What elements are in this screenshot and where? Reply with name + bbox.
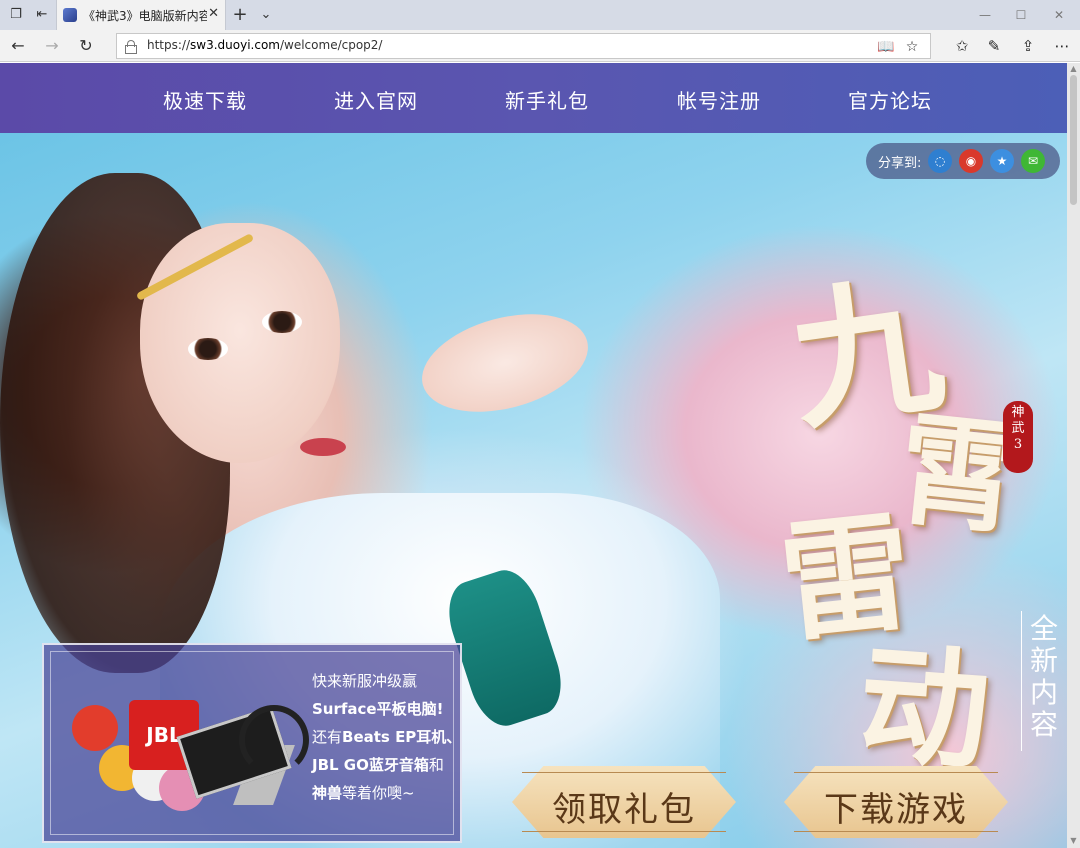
share-icon[interactable]: ⇪ xyxy=(1018,36,1038,56)
tab-actions-icon[interactable]: ❐ xyxy=(6,5,26,25)
promo-box: JBL 快来新服冲级赢 Surface平板电脑! 还有Beats EP耳机、 J… xyxy=(42,643,462,843)
site-favicon-icon xyxy=(63,8,77,22)
hero-subtitle: 全新内容 xyxy=(1030,612,1059,741)
scroll-up-icon[interactable]: ▲ xyxy=(1069,64,1078,73)
nav-official-site[interactable]: 进入官网 xyxy=(334,85,418,114)
promo-text: 快来新服冲级赢 Surface平板电脑! 还有Beats EP耳机、 JBL G… xyxy=(312,672,462,802)
favorites-icon[interactable]: ✩ xyxy=(952,36,972,56)
maximize-icon[interactable]: ☐ xyxy=(1006,5,1036,25)
nav-account-register[interactable]: 帐号注册 xyxy=(677,85,761,114)
vertical-scrollbar[interactable]: ▲ ▼ xyxy=(1067,63,1080,848)
top-navigation: 极速下载 进入官网 新手礼包 帐号注册 官方论坛 xyxy=(0,63,1067,133)
browser-tab[interactable]: 《神武3》电脑版新内容 ✕ xyxy=(56,0,226,30)
tab-list-chevron-icon[interactable]: ⌄ xyxy=(256,5,276,25)
tab-close-icon[interactable]: ✕ xyxy=(208,6,219,21)
address-bar[interactable]: https://sw3.duoyi.com/welcome/cpop2/ 📖 ☆ xyxy=(116,33,931,59)
nav-official-forum[interactable]: 官方论坛 xyxy=(848,85,932,114)
favorite-star-icon[interactable]: ☆ xyxy=(903,38,921,56)
claim-gift-label: 领取礼包 xyxy=(552,790,696,830)
pen-notes-icon[interactable]: ✎ xyxy=(984,36,1004,56)
download-game-label: 下载游戏 xyxy=(824,790,968,830)
weibo-icon[interactable]: ◉ xyxy=(959,149,983,173)
wechat-icon[interactable]: ✉ xyxy=(1021,149,1045,173)
game-logo-seal: 神武3 xyxy=(1003,401,1033,473)
favorite-star-icon[interactable]: ★ xyxy=(990,149,1014,173)
nav-newbie-gift[interactable]: 新手礼包 xyxy=(505,85,589,114)
scroll-thumb[interactable] xyxy=(1070,75,1077,205)
tab-aside-icon[interactable]: ⇤ xyxy=(32,5,52,25)
subtitle-divider xyxy=(1021,611,1022,751)
headphones-image xyxy=(239,705,309,775)
qq-zone-icon[interactable]: ◌ xyxy=(928,149,952,173)
forward-icon[interactable]: → xyxy=(42,36,62,56)
tab-title: 《神武3》电脑版新内容 xyxy=(83,9,207,23)
download-game-button[interactable]: 下载游戏 xyxy=(784,766,1008,838)
address-toolbar: ← → ↻ https://sw3.duoyi.com/welcome/cpop… xyxy=(0,30,1080,62)
share-label: 分享到: xyxy=(878,156,922,171)
web-page: 极速下载 进入官网 新手礼包 帐号注册 官方论坛 分享到: ◌ ◉ ★ ✉ 九 … xyxy=(0,63,1067,848)
hero-banner: 分享到: ◌ ◉ ★ ✉ 九 霄 雷 动 神武3 全新内容 JBL 快来新服冲级… xyxy=(0,133,1067,848)
scroll-down-icon[interactable]: ▼ xyxy=(1069,836,1078,845)
more-menu-icon[interactable]: ⋯ xyxy=(1052,36,1072,56)
reading-view-icon[interactable]: 📖 xyxy=(877,38,895,56)
share-bar: 分享到: ◌ ◉ ★ ✉ xyxy=(866,143,1060,179)
url-text[interactable]: https://sw3.duoyi.com/welcome/cpop2/ xyxy=(147,38,382,52)
browser-tab-bar: ❐ ⇤ 《神武3》电脑版新内容 ✕ + ⌄ — ☐ ✕ xyxy=(0,0,1080,30)
back-icon[interactable]: ← xyxy=(8,36,28,56)
claim-gift-button[interactable]: 领取礼包 xyxy=(512,766,736,838)
new-tab-icon[interactable]: + xyxy=(230,5,250,25)
close-window-icon[interactable]: ✕ xyxy=(1044,5,1074,25)
refresh-icon[interactable]: ↻ xyxy=(76,36,96,56)
minimize-icon[interactable]: — xyxy=(970,5,1000,25)
lock-icon xyxy=(125,40,137,54)
nav-fast-download[interactable]: 极速下载 xyxy=(163,85,247,114)
